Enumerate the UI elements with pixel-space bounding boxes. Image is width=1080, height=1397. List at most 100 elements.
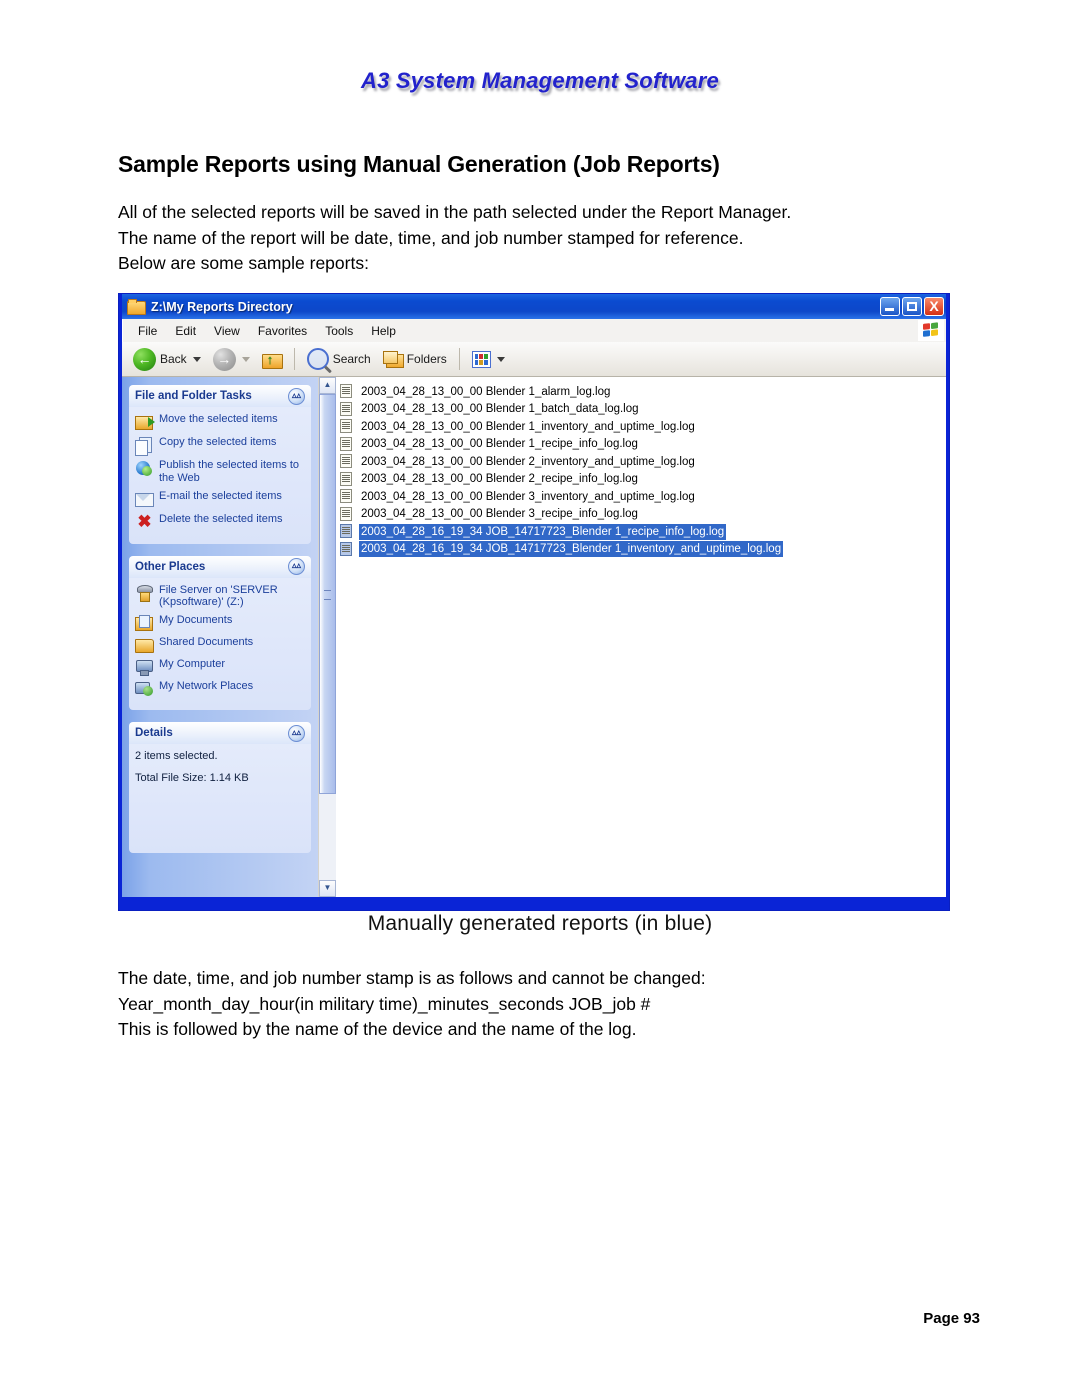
place-my-computer[interactable]: My Computer <box>135 658 307 677</box>
log-file-icon <box>340 489 353 504</box>
scrollbar-thumb[interactable] <box>319 394 336 794</box>
back-dropdown-caret-icon[interactable] <box>192 356 201 362</box>
file-list-item[interactable]: 2003_04_28_13_00_00 Blender 2_inventory_… <box>340 453 946 471</box>
file-and-folder-tasks-title: File and Folder Tasks <box>135 390 252 402</box>
file-name: 2003_04_28_13_00_00 Blender 2_recipe_inf… <box>361 473 638 486</box>
file-name: 2003_04_28_13_00_00 Blender 1_alarm_log.… <box>361 385 611 398</box>
search-label: Search <box>332 352 371 366</box>
log-file-icon <box>340 524 353 539</box>
details-body: 2 items selected. Total File Size: 1.14 … <box>129 744 311 854</box>
place-label: Shared Documents <box>159 636 254 649</box>
log-file-icon <box>340 454 353 469</box>
log-file-icon <box>340 506 353 522</box>
menu-bar: File Edit View Favorites Tools Help <box>122 319 946 342</box>
file-list-item[interactable]: 2003_04_28_13_00_00 Blender 1_alarm_log.… <box>340 383 946 401</box>
task-label: Publish the selected items to the Web <box>159 459 300 484</box>
menu-file[interactable]: File <box>129 322 166 340</box>
menu-favorites[interactable]: Favorites <box>249 322 316 340</box>
file-and-folder-tasks-header[interactable]: File and Folder Tasks ▵▵ <box>129 385 311 407</box>
place-label: My Computer <box>159 658 226 671</box>
explorer-titlebar[interactable]: Z:\My Reports Directory X <box>122 294 946 319</box>
menu-help[interactable]: Help <box>362 322 405 340</box>
views-dropdown-caret-icon[interactable] <box>496 356 505 362</box>
views-icon <box>471 350 491 368</box>
copy-icon <box>135 437 154 456</box>
windows-flag-icon <box>918 320 944 341</box>
menu-edit[interactable]: Edit <box>166 322 205 340</box>
file-name: 2003_04_28_16_19_34 JOB_14717723_Blender… <box>359 541 784 558</box>
delete-icon: ✖ <box>137 511 152 531</box>
file-name: 2003_04_28_16_19_34 JOB_14717723_Blender… <box>359 523 727 540</box>
file-list-item-selected[interactable]: 2003_04_28_16_19_34 JOB_14717723_Blender… <box>340 541 946 559</box>
place-label: File Server on 'SERVER (Kpsoftware)' (Z:… <box>159 583 278 609</box>
scroll-down-button[interactable]: ▼ <box>319 880 336 897</box>
chevron-collapse-icon[interactable]: ▵▵ <box>288 387 305 405</box>
up-folder-icon <box>261 351 283 369</box>
page-title: Sample Reports using Manual Generation (… <box>118 151 720 178</box>
scrollbar-track[interactable] <box>319 394 336 880</box>
lower-paragraph: The date, time, and job number stamp is … <box>118 966 998 1043</box>
other-places-header[interactable]: Other Places ▵▵ <box>129 555 311 578</box>
task-delete-selected-items[interactable]: ✖ Delete the selected items <box>135 513 307 531</box>
search-button[interactable]: Search <box>302 346 376 372</box>
menu-view[interactable]: View <box>205 322 249 340</box>
forward-dropdown-caret-icon[interactable] <box>241 356 250 362</box>
explorer-window: Z:\My Reports Directory X File Edit View… <box>118 293 950 911</box>
details-header[interactable]: Details ▵▵ <box>129 722 311 745</box>
window-controls: X <box>880 297 944 316</box>
details-total-file-size: Total File Size: 1.14 KB <box>135 772 249 785</box>
forward-arrow-icon: → <box>212 347 236 371</box>
chevron-collapse-icon[interactable]: ▵▵ <box>288 724 305 742</box>
my-documents-icon <box>135 615 154 632</box>
place-my-documents[interactable]: My Documents <box>135 614 307 632</box>
vertical-scrollbar[interactable]: ▲ ▼ <box>318 377 336 897</box>
place-my-network-places[interactable]: My Network Places <box>135 680 307 697</box>
file-name: 2003_04_28_13_00_00 Blender 3_recipe_inf… <box>361 508 638 521</box>
place-file-server[interactable]: File Server on 'SERVER (Kpsoftware)' (Z:… <box>135 584 307 610</box>
document-brand-header: A3 System Management Software <box>0 68 1080 94</box>
minimize-button[interactable] <box>880 297 900 316</box>
task-publish-to-web[interactable]: Publish the selected items to the Web <box>135 459 307 485</box>
scroll-up-button[interactable]: ▲ <box>319 377 336 394</box>
details-selected-count: 2 items selected. <box>135 750 218 763</box>
menu-tools[interactable]: Tools <box>316 322 362 340</box>
file-name: 2003_04_28_13_00_00 Blender 3_inventory_… <box>361 490 695 503</box>
place-label: My Network Places <box>159 680 254 693</box>
back-label: Back <box>160 352 187 366</box>
views-button[interactable] <box>467 349 510 370</box>
place-label: My Documents <box>159 614 233 627</box>
file-and-folder-tasks-panel: File and Folder Tasks ▵▵ Move the select… <box>129 385 311 544</box>
chevron-collapse-icon[interactable]: ▵▵ <box>288 558 305 576</box>
file-name: 2003_04_28_13_00_00 Blender 1_batch_data… <box>361 403 639 416</box>
back-arrow-icon: ← <box>133 347 156 371</box>
task-move-selected-items[interactable]: Move the selected items <box>135 413 307 431</box>
back-button[interactable]: ← Back <box>128 346 206 373</box>
close-button[interactable]: X <box>924 297 944 316</box>
task-copy-selected-items[interactable]: Copy the selected items <box>135 436 307 456</box>
task-email-selected-items[interactable]: E-mail the selected items <box>135 490 307 508</box>
maximize-button[interactable] <box>902 297 922 316</box>
lower-line-3: This is followed by the name of the devi… <box>118 1019 637 1039</box>
file-name: 2003_04_28_13_00_00 Blender 1_recipe_inf… <box>361 438 638 451</box>
file-list-item[interactable]: 2003_04_28_13_00_00 Blender 1_recipe_inf… <box>340 436 946 454</box>
file-list-item-selected[interactable]: 2003_04_28_16_19_34 JOB_14717723_Blender… <box>340 523 946 541</box>
window-title: Z:\My Reports Directory <box>151 299 293 314</box>
file-and-folder-tasks-body: Move the selected items Copy the selecte… <box>129 407 311 544</box>
intro-line-3: Below are some sample reports: <box>118 253 369 273</box>
file-list-item[interactable]: 2003_04_28_13_00_00 Blender 1_batch_data… <box>340 401 946 419</box>
file-list-item[interactable]: 2003_04_28_13_00_00 Blender 3_recipe_inf… <box>340 506 946 524</box>
folders-button[interactable]: Folders <box>378 349 452 370</box>
other-places-panel: Other Places ▵▵ File Server on 'SERVER (… <box>129 555 311 711</box>
other-places-body: File Server on 'SERVER (Kpsoftware)' (Z:… <box>129 577 311 711</box>
other-places-title: Other Places <box>135 560 206 573</box>
file-list-item[interactable]: 2003_04_28_13_00_00 Blender 1_inventory_… <box>340 418 946 436</box>
file-list-item[interactable]: 2003_04_28_13_00_00 Blender 2_recipe_inf… <box>340 471 946 489</box>
forward-button[interactable]: → <box>208 346 255 373</box>
up-one-level-button[interactable] <box>257 349 287 370</box>
file-list-item[interactable]: 2003_04_28_13_00_00 Blender 3_inventory_… <box>340 488 946 506</box>
task-pane: File and Folder Tasks ▵▵ Move the select… <box>122 377 318 897</box>
place-shared-documents[interactable]: Shared Documents <box>135 636 307 654</box>
details-title: Details <box>135 727 173 740</box>
email-icon <box>135 491 154 508</box>
shared-folder-icon <box>135 637 154 654</box>
